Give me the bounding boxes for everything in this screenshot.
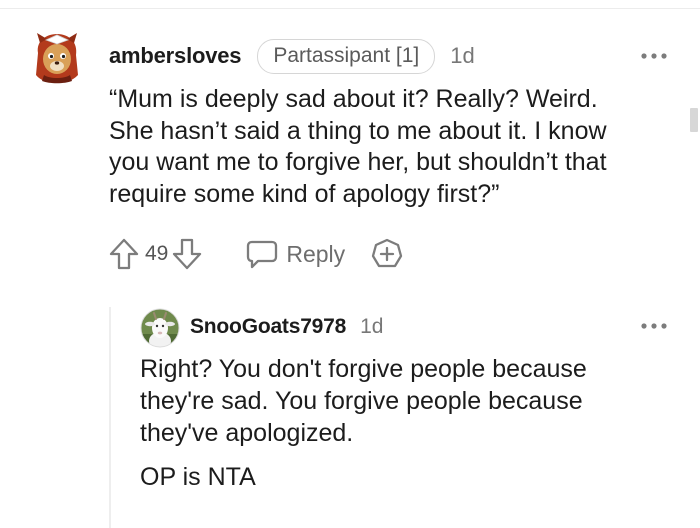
comment-username[interactable]: ambersloves [109, 43, 242, 69]
thread-line[interactable] [109, 307, 111, 528]
user-flair-badge: Partassipant [1] [257, 38, 436, 74]
more-dots-icon[interactable] [640, 318, 668, 329]
comment-action-bar: 49 Reply [109, 236, 403, 272]
comment-meta: ambersloves Partassipant [1] 1d [109, 38, 475, 74]
more-dots-icon[interactable] [640, 48, 668, 59]
reply-paragraph: Right? You don't forgive people because … [140, 355, 587, 447]
goat-avatar-icon[interactable] [140, 308, 180, 348]
reply-meta: SnooGoats7978 1d [190, 312, 383, 342]
comment-thread-view: ambersloves Partassipant [1] 1d “Mum is … [0, 0, 700, 528]
scrollbar-thumb[interactable] [690, 108, 698, 132]
reply-username[interactable]: SnooGoats7978 [190, 315, 346, 339]
reply-button[interactable]: Reply [246, 239, 345, 269]
comment-timestamp: 1d [450, 43, 475, 68]
cartoon-animal-avatar-icon[interactable] [32, 31, 82, 85]
downvote-arrow-icon[interactable] [172, 237, 202, 271]
reply-label: Reply [286, 240, 346, 267]
speech-bubble-icon [246, 239, 278, 269]
reply-timestamp: 1d [360, 315, 384, 338]
upvote-arrow-icon[interactable] [109, 237, 139, 271]
reply-paragraph: OP is NTA [140, 463, 256, 491]
vote-count: 49 [145, 242, 169, 265]
comment-body: “Mum is deeply sad about it? Really? Wei… [109, 85, 607, 208]
reply-body: Right? You don't forgive people because … [140, 353, 670, 493]
award-plus-icon[interactable] [371, 238, 403, 270]
top-divider [0, 8, 700, 9]
